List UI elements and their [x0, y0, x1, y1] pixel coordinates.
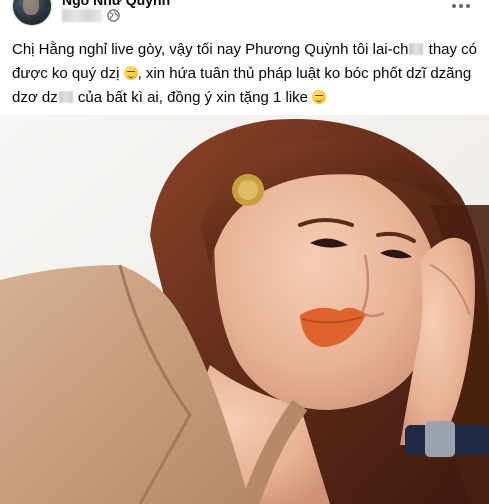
post-text-segment: dzơ dz: [12, 89, 58, 106]
relieved-emoji-icon: [312, 90, 327, 104]
post-text-segment: được ko quý dzị: [12, 65, 124, 82]
portrait-illustration: [0, 115, 489, 504]
post-text-segment: của bất kì ai, đồng ý xin tặng 1 like: [73, 89, 313, 106]
globe-icon: [107, 9, 120, 22]
redacted-text: [58, 91, 73, 103]
author-avatar[interactable]: [12, 0, 52, 26]
post-text-line: dzơ dz của bất kì ai, đồng ý xin tặng 1 …: [12, 86, 482, 110]
post-text-line: được ko quý dzị , xin hứa tuân thủ pháp …: [12, 62, 482, 86]
author-name[interactable]: Ngô Như Quỳnh: [62, 0, 170, 8]
smirk-emoji-icon: [123, 66, 138, 80]
post-text: Chị Hằng nghỉ live gòy, vậy tối nay Phươ…: [12, 38, 482, 110]
post-header: Ngô Như Quỳnh: [0, 0, 489, 30]
post-text-line: Chị Hằng nghỉ live gòy, vậy tối nay Phươ…: [12, 38, 482, 62]
post-text-segment: Chị Hằng nghỉ live gòy, vậy tối nay Phươ…: [12, 41, 409, 58]
redacted-text: [409, 43, 424, 55]
facebook-post: Ngô Như Quỳnh Chị Hằng nghỉ live gòy, vậ…: [0, 0, 489, 504]
post-photo[interactable]: [0, 115, 489, 504]
post-text-segment: , xin hứa tuân thủ pháp luật ko bóc phốt…: [137, 65, 472, 82]
blurred-timestamp: [62, 9, 102, 22]
more-options-icon[interactable]: [449, 0, 473, 12]
post-text-segment: thay có: [424, 41, 478, 58]
